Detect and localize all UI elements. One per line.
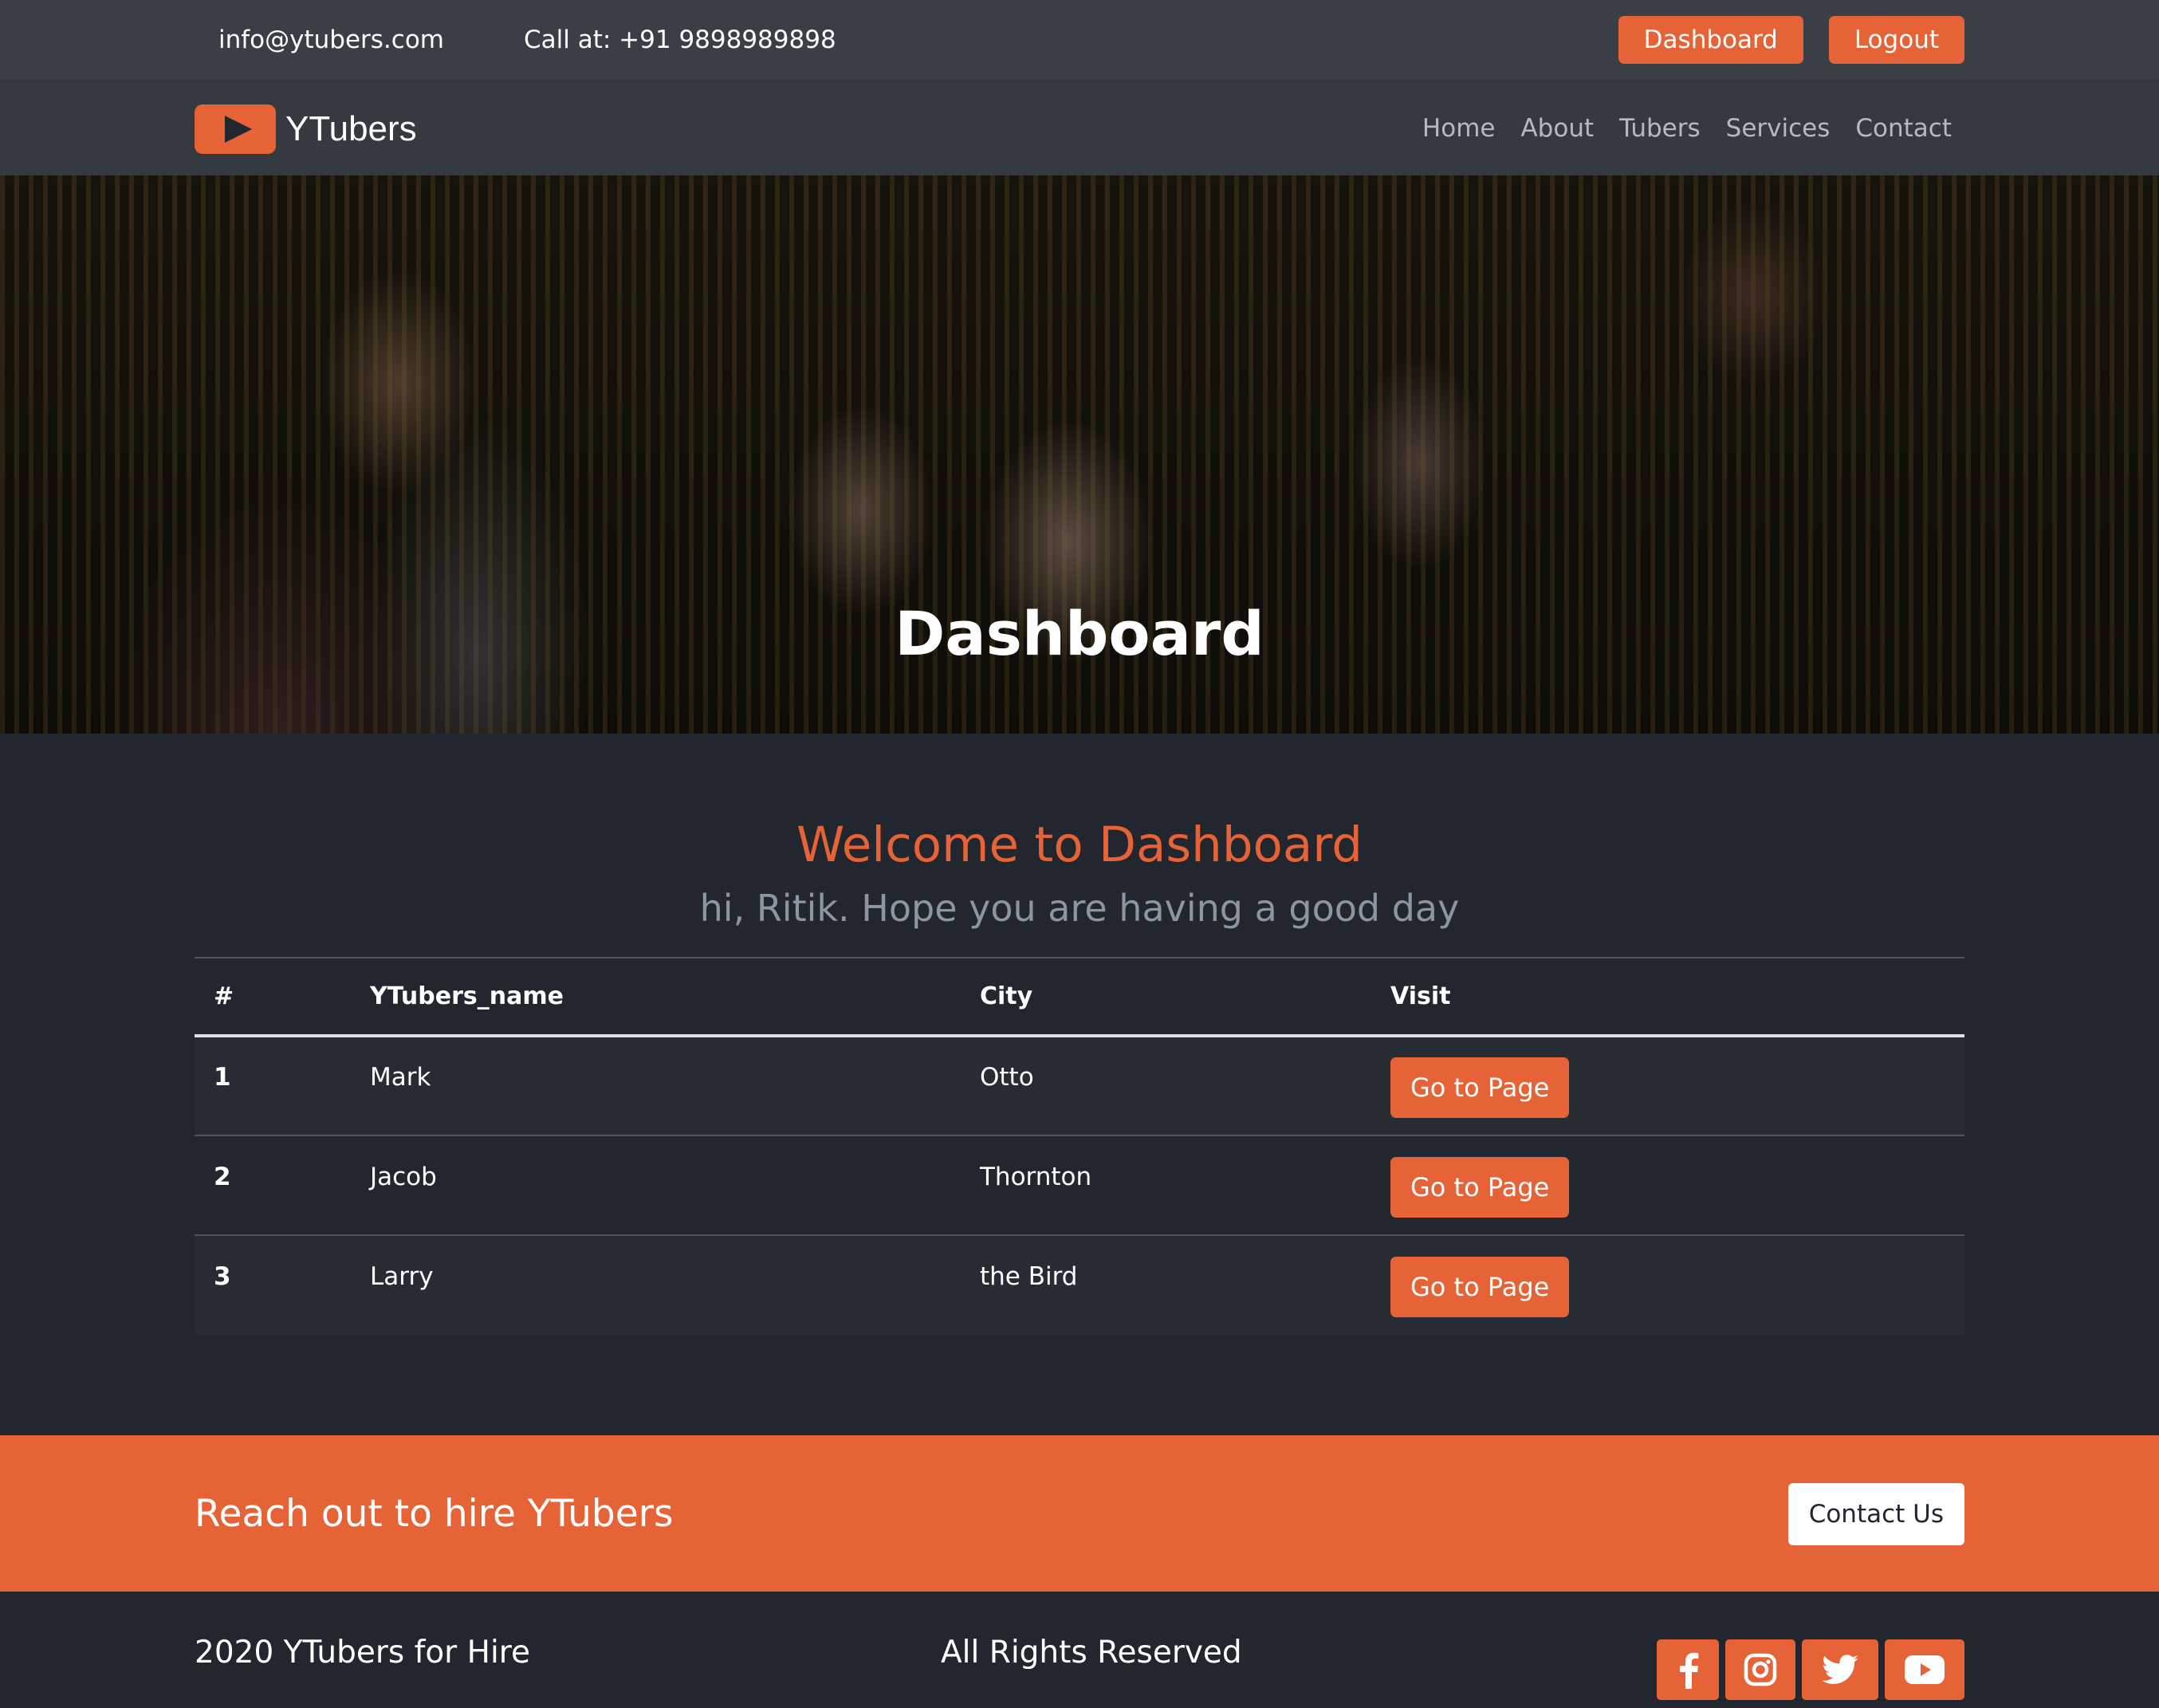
row-index: 3 <box>195 1235 370 1335</box>
header-name: YTubers_name <box>370 958 980 1037</box>
footer: 2020 YTubers for Hire All Rights Reserve… <box>0 1592 2159 1708</box>
nav-links: Home About Tubers Services Contact <box>1422 81 1952 176</box>
contact-info: info@ytubers.com Call at: +91 9898989898 <box>218 0 916 80</box>
youtube-icon <box>1905 1655 1945 1684</box>
social-links <box>1657 1639 1964 1700</box>
row-name: Jacob <box>370 1135 980 1236</box>
rights-text: All Rights Reserved <box>941 1635 1242 1671</box>
copyright-text: 2020 YTubers for Hire <box>195 1635 530 1671</box>
instagram-button[interactable] <box>1725 1639 1795 1700</box>
table-row: 3 Larry the Bird Go to Page <box>195 1235 1964 1335</box>
facebook-icon <box>1680 1652 1699 1689</box>
header-visit: Visit <box>1390 958 1964 1037</box>
dashboard-button[interactable]: Dashboard <box>1618 16 1803 64</box>
nav-contact[interactable]: Contact <box>1855 114 1952 143</box>
logout-button[interactable]: Logout <box>1828 16 1964 64</box>
facebook-button[interactable] <box>1657 1639 1719 1700</box>
instagram-icon <box>1744 1653 1777 1686</box>
row-city: Thornton <box>980 1135 1390 1236</box>
row-name: Larry <box>370 1235 980 1335</box>
brand-logo[interactable]: YTubers <box>195 104 417 154</box>
row-name: Mark <box>370 1036 980 1136</box>
nav-home[interactable]: Home <box>1422 114 1496 143</box>
cta-banner: Reach out to hire YTubers Contact Us <box>0 1435 2159 1592</box>
row-index: 2 <box>195 1135 370 1236</box>
table-row: 2 Jacob Thornton Go to Page <box>195 1135 1964 1236</box>
youtube-button[interactable] <box>1885 1639 1964 1700</box>
main-content: Welcome to Dashboard hi, Ritik. Hope you… <box>0 734 2159 1435</box>
table-row: 1 Mark Otto Go to Page <box>195 1036 1964 1136</box>
top-bar: info@ytubers.com Call at: +91 9898989898… <box>0 0 2159 80</box>
table-header-row: # YTubers_name City Visit <box>195 958 1964 1037</box>
play-icon <box>195 104 276 154</box>
nav-about[interactable]: About <box>1520 114 1594 143</box>
nav-tubers[interactable]: Tubers <box>1619 114 1701 143</box>
nav-services[interactable]: Services <box>1726 114 1831 143</box>
greeting-text: hi, Ritik. Hope you are having a good da… <box>699 887 1460 930</box>
go-to-page-button[interactable]: Go to Page <box>1390 1156 1570 1218</box>
tubers-table: # YTubers_name City Visit 1 Mark Otto Go… <box>195 957 1964 1335</box>
header-city: City <box>980 958 1390 1037</box>
row-index: 1 <box>195 1036 370 1136</box>
welcome-heading: Welcome to Dashboard <box>796 817 1363 873</box>
email-text: info@ytubers.com <box>218 26 444 54</box>
header-index: # <box>195 958 370 1037</box>
twitter-button[interactable] <box>1802 1639 1878 1700</box>
brand-name: YTubers <box>285 109 417 148</box>
hero-banner: Dashboard <box>0 175 2159 734</box>
navbar: YTubers Home About Tubers Services Conta… <box>0 80 2159 175</box>
contact-us-button[interactable]: Contact Us <box>1787 1483 1964 1545</box>
go-to-page-button[interactable]: Go to Page <box>1390 1057 1570 1118</box>
row-city: Otto <box>980 1036 1390 1136</box>
phone-text: Call at: +91 9898989898 <box>524 26 836 54</box>
hero-title: Dashboard <box>895 598 1264 669</box>
go-to-page-button[interactable]: Go to Page <box>1390 1257 1570 1317</box>
twitter-icon <box>1822 1655 1858 1684</box>
cta-title: Reach out to hire YTubers <box>195 1491 674 1536</box>
row-city: the Bird <box>980 1235 1390 1335</box>
